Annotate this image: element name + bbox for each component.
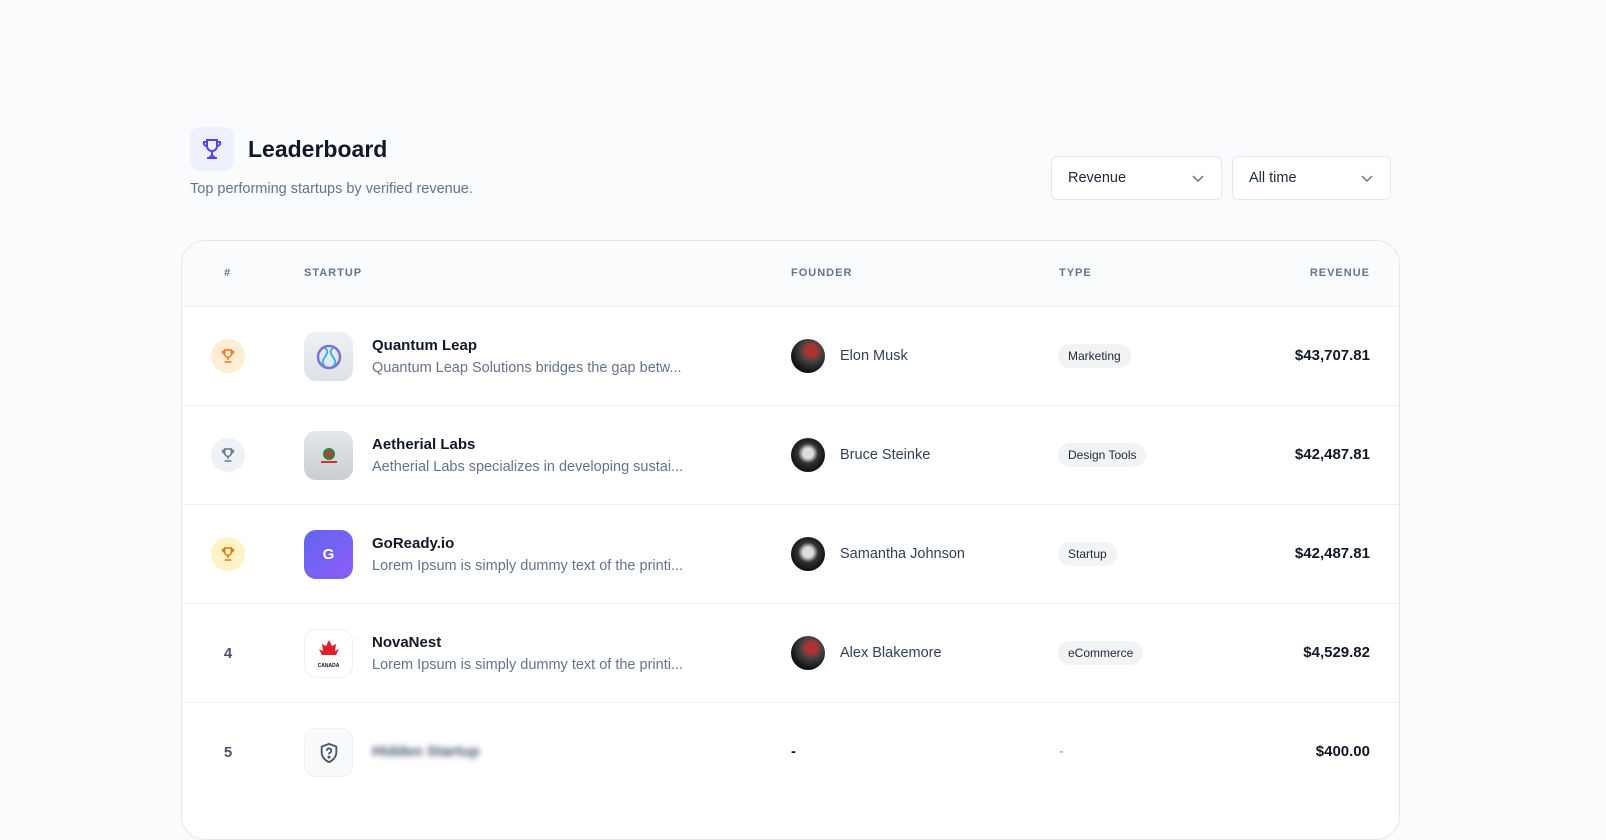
startup-name[interactable]: Aetherial Labs [372,436,475,453]
col-rank: # [224,267,232,279]
startup-logo: G [304,530,353,579]
trophy-icon [190,127,234,171]
startup-name[interactable]: GoReady.io [372,535,454,552]
type-badge: eCommerce [1058,641,1144,665]
chevron-down-icon [1361,175,1373,183]
founder-name: Samantha Johnson [840,546,965,562]
revenue: $43,707.81 [1294,347,1370,364]
founder-name: Bruce Steinke [840,447,931,463]
type-badge: Startup [1058,542,1117,566]
startup-name[interactable]: NovaNest [372,634,441,651]
silver-trophy-icon [211,438,245,472]
col-type: TYPE [1059,267,1092,279]
revenue: $400.00 [1315,743,1370,760]
table-row[interactable]: Aetherial Labs Aetherial Labs specialize… [182,406,1399,505]
revenue: $4,529.82 [1303,644,1370,661]
founder-name: Alex Blakemore [840,645,942,661]
startup-description: Lorem Ipsum is simply dummy text of the … [372,558,684,574]
rank-number: 5 [223,743,233,761]
founder-name: Elon Musk [840,348,908,364]
type-badge: Design Tools [1058,443,1147,467]
startup-logo [304,332,353,381]
table-row[interactable]: 4 CANADA NovaNest Lorem Ipsum is simply … [182,604,1399,703]
startup-name-hidden: Hidden Startup [372,743,480,760]
shield-question-icon [304,728,353,777]
period-select-value: All time [1249,170,1297,186]
founder-avatar [791,537,825,571]
table-row[interactable]: 5 Hidden Startup - - $400.00 [182,703,1399,802]
startup-name[interactable]: Quantum Leap [372,337,477,354]
page-subtitle: Top performing startups by verified reve… [190,181,473,197]
col-revenue: REVENUE [1309,267,1370,279]
metric-select-value: Revenue [1068,170,1127,186]
table-row[interactable]: Quantum Leap Quantum Leap Solutions brid… [182,307,1399,406]
startup-description: Aetherial Labs specializes in developing… [372,459,684,475]
page-title: Leaderboard [248,136,388,162]
startup-logo [304,431,353,480]
col-founder: FOUNDER [791,267,853,279]
gold-trophy-icon [211,339,245,373]
startup-description: Lorem Ipsum is simply dummy text of the … [372,657,684,673]
table-header: # STARTUP FOUNDER TYPE REVENUE [182,241,1399,307]
type-empty: - [1059,744,1064,760]
rank-number: 4 [223,644,233,662]
founder-avatar [791,636,825,670]
bronze-trophy-icon [211,537,245,571]
founder-avatar [791,438,825,472]
metric-select[interactable]: Revenue [1051,156,1222,200]
founder-name: - [791,744,796,760]
leaderboard-table: # STARTUP FOUNDER TYPE REVENUE Quantum L… [181,240,1400,840]
startup-logo: CANADA [304,629,353,678]
chevron-down-icon [1192,175,1204,183]
founder-avatar [791,339,825,373]
col-startup: STARTUP [304,267,363,279]
revenue: $42,487.81 [1294,545,1370,562]
revenue: $42,487.81 [1294,446,1370,463]
type-badge: Marketing [1058,344,1131,368]
logo-text: CANADA [317,662,340,669]
table-row[interactable]: G GoReady.io Lorem Ipsum is simply dummy… [182,505,1399,604]
startup-description: Quantum Leap Solutions bridges the gap b… [372,360,682,376]
period-select[interactable]: All time [1232,156,1391,200]
